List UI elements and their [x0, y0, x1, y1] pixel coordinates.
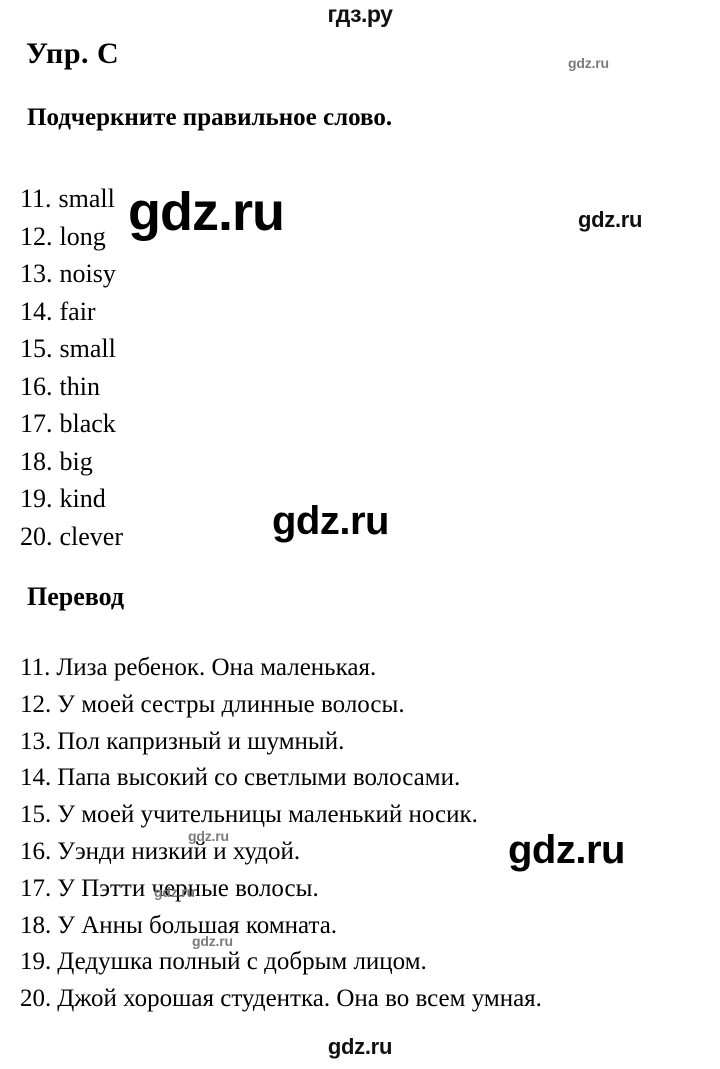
translation-text: У Пэтти черные волосы.: [57, 874, 319, 902]
translation-number: 18.: [20, 911, 52, 939]
translation-text: Папа высокий со светлыми волосами.: [57, 764, 461, 792]
answer-word: clever: [59, 521, 124, 551]
answer-word: fair: [59, 296, 96, 326]
translation-number: 12.: [20, 690, 52, 718]
answer-item: 14. fair: [20, 293, 400, 331]
exercise-instruction: Подчеркните правильное слово.: [27, 104, 393, 131]
translation-number: 17.: [20, 874, 52, 902]
exercise-title: Упр. C: [26, 37, 120, 70]
answer-item: 20. clever: [20, 518, 400, 556]
answer-item: 13. noisy: [20, 255, 400, 293]
translation-item: 16. Уэнди низкий и худой.: [20, 834, 710, 871]
answer-word: long: [59, 221, 106, 251]
answer-number: 18.: [20, 446, 53, 476]
answer-word: noisy: [59, 259, 116, 288]
translation-number: 16.: [20, 837, 52, 865]
answer-number: 19.: [20, 484, 53, 513]
watermark-gdz: gdz.ru: [568, 55, 609, 71]
translation-text: У моей сестры длинные волосы.: [57, 690, 405, 718]
translation-item: 11. Лиза ребенок. Она маленькая.: [20, 650, 710, 687]
answer-item: 12. long: [20, 218, 400, 256]
translation-text: Уэнди низкий и худой.: [57, 837, 301, 865]
translation-item: 17. У Пэтти черные волосы.: [20, 871, 710, 908]
translation-text: Пол капризный и шумный.: [57, 727, 345, 755]
translation-list: 11. Лиза ребенок. Она маленькая. 12. У мое…: [20, 650, 710, 1018]
answer-item: 17. black: [20, 405, 400, 443]
answer-word: black: [59, 409, 116, 438]
translation-text: У Анны большая комната.: [57, 911, 338, 939]
translation-number: 20.: [20, 985, 52, 1013]
answer-word: small: [59, 334, 116, 363]
translation-text: Джой хорошая студентка. Она во всем умна…: [57, 985, 542, 1013]
answer-number: 15.: [20, 334, 53, 363]
answer-item: 11. small: [20, 180, 400, 218]
answer-item: 15. small: [20, 330, 400, 368]
answer-word: small: [58, 184, 115, 213]
answer-word: big: [59, 446, 93, 476]
answer-item: 16. thin: [20, 368, 400, 406]
translation-number: 19.: [20, 948, 52, 976]
translation-item: 15. У моей учительницы маленький носик.: [20, 797, 710, 834]
translation-number: 14.: [20, 764, 52, 792]
answer-word: thin: [59, 371, 100, 401]
document-page: гдз.ру Упр. C Подчеркните правильное сло…: [0, 0, 720, 1069]
translation-item: 14. Папа высокий со светлыми волосами.: [20, 760, 710, 797]
translation-item: 20. Джой хорошая студентка. Она во всем у…: [20, 981, 710, 1018]
translation-item: 13. Пол капризный и шумный.: [20, 724, 710, 761]
translation-item: 18. У Анны большая комната.: [20, 908, 710, 945]
watermark-gdz: gdz.ru: [578, 207, 643, 232]
translation-text: Лиза ребенок. Она маленькая.: [56, 654, 377, 681]
answer-number: 14.: [20, 296, 53, 326]
answer-word: kind: [59, 484, 106, 513]
answer-item: 19. kind: [20, 480, 400, 518]
translation-number: 13.: [20, 727, 52, 755]
translation-text: Дедушка полный с добрым лицом.: [57, 948, 427, 976]
site-logo-footer: gdz.ru: [327, 1034, 393, 1059]
translation-section-title: Перевод: [27, 582, 125, 611]
answer-number: 11.: [20, 184, 52, 213]
answer-number: 20.: [20, 521, 53, 551]
answer-number: 12.: [20, 221, 53, 251]
translation-item: 12. У моей сестры длинные волосы.: [20, 687, 710, 724]
translation-item: 19. Дедушка полный с добрым лицом.: [20, 944, 710, 981]
answer-number: 17.: [20, 409, 53, 438]
answer-number: 13.: [20, 259, 53, 288]
answer-item: 18. big: [20, 443, 400, 481]
answer-list: 11. small 12. long 13. noisy 14. fair 15. sma…: [20, 180, 400, 555]
translation-number: 15.: [20, 801, 52, 829]
site-logo-header: гдз.ру: [327, 1, 393, 27]
translation-number: 11.: [20, 654, 51, 681]
answer-number: 16.: [20, 371, 53, 401]
translation-text: У моей учительницы маленький носик.: [57, 801, 478, 829]
